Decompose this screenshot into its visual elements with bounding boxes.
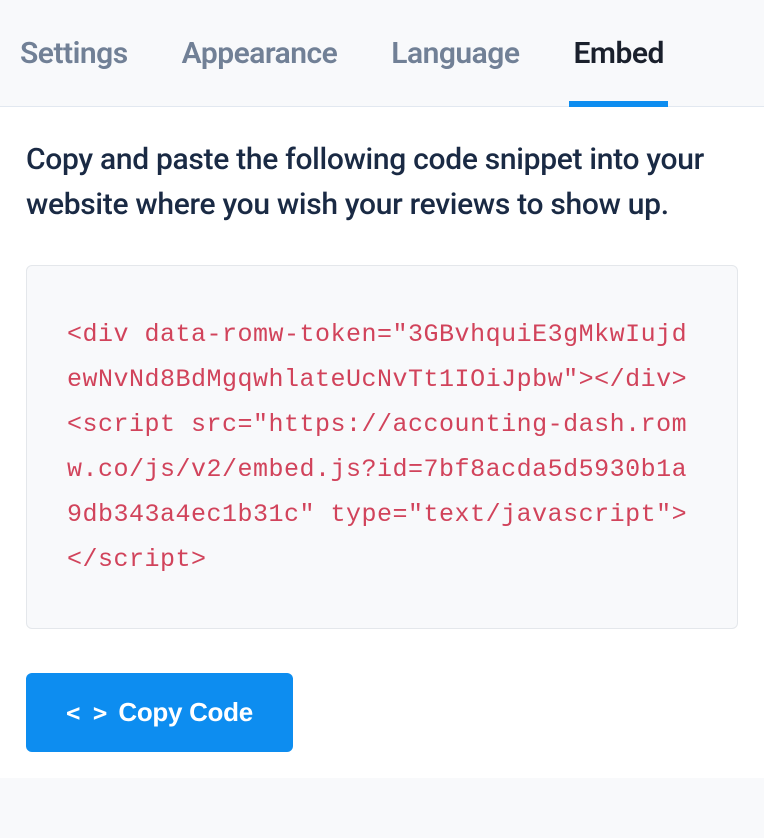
code-snippet-box[interactable]: <div data-romw-token="3GBvhquiE3gMkwIujd… xyxy=(26,265,738,629)
tab-appearance[interactable]: Appearance xyxy=(182,0,338,107)
instruction-text: Copy and paste the following code snippe… xyxy=(26,137,738,227)
tab-language[interactable]: Language xyxy=(391,0,519,107)
embed-panel: Copy and paste the following code snippe… xyxy=(0,107,764,778)
copy-code-label: Copy Code xyxy=(118,697,253,728)
tab-bar: Settings Appearance Language Embed xyxy=(0,0,764,107)
code-snippet-text: <div data-romw-token="3GBvhquiE3gMkwIujd… xyxy=(67,312,697,582)
copy-code-button[interactable]: < > Copy Code xyxy=(26,673,293,752)
tab-settings[interactable]: Settings xyxy=(20,0,128,107)
code-icon: < > xyxy=(66,699,106,727)
tab-embed[interactable]: Embed xyxy=(573,0,663,107)
